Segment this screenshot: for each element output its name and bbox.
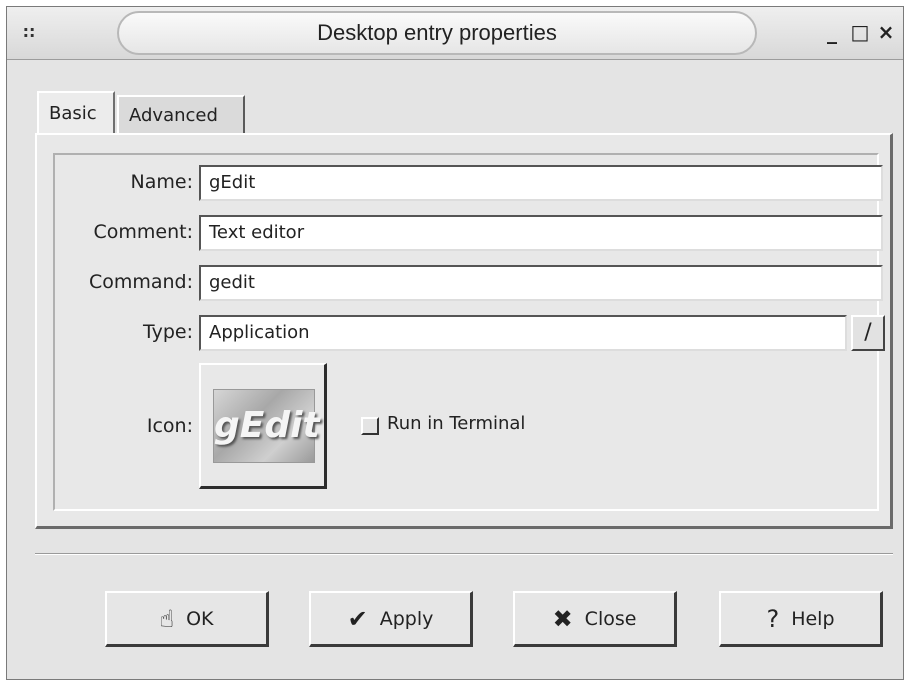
comment-field[interactable]: Text editor <box>199 215 883 251</box>
name-field[interactable]: gEdit <box>199 165 883 201</box>
properties-frame: Name: gEdit Comment: Text editor Command… <box>53 153 885 511</box>
hand-icon: ☝ <box>159 604 175 633</box>
gedit-app-icon: gEdit <box>213 389 320 463</box>
type-browse-button[interactable]: / <box>851 315 885 351</box>
run-in-terminal-checkbox[interactable] <box>361 417 379 435</box>
close-window-button[interactable]: × <box>873 19 899 45</box>
dialog-window: :: Desktop entry properties _ □ × Basic … <box>6 6 904 680</box>
command-field[interactable]: gedit <box>199 265 883 301</box>
icon-label: Icon: <box>146 415 193 437</box>
title-bar[interactable]: :: Desktop entry properties _ □ × <box>7 7 903 60</box>
tab-advanced[interactable]: Advanced <box>117 95 245 133</box>
apply-button[interactable]: ✔ Apply <box>309 591 473 647</box>
tab-panel-basic: Name: gEdit Comment: Text editor Command… <box>35 133 893 529</box>
name-label: Name: <box>130 171 193 193</box>
help-button[interactable]: ? Help <box>719 591 883 647</box>
comment-label: Comment: <box>93 221 194 243</box>
window-menu-button[interactable]: :: <box>17 21 41 43</box>
window-title: Desktop entry properties <box>317 20 557 45</box>
type-field[interactable]: Application <box>199 315 847 351</box>
apply-button-label: Apply <box>379 607 434 630</box>
ok-button[interactable]: ☝ OK <box>105 591 269 647</box>
close-button-label: Close <box>584 607 637 630</box>
ok-button-label: OK <box>186 607 214 630</box>
minimize-button[interactable]: _ <box>819 19 845 45</box>
x-icon: ✖ <box>552 604 573 633</box>
checkmark-icon: ✔ <box>347 604 368 633</box>
maximize-button[interactable]: □ <box>847 19 873 45</box>
question-icon: ? <box>766 604 780 633</box>
help-button-label: Help <box>791 607 835 630</box>
type-label: Type: <box>142 321 193 343</box>
tab-basic[interactable]: Basic <box>37 91 115 137</box>
run-in-terminal-label[interactable]: Run in Terminal <box>387 413 525 434</box>
divider <box>35 553 893 555</box>
icon-picker-button[interactable]: gEdit <box>199 363 327 489</box>
close-button[interactable]: ✖ Close <box>513 591 677 647</box>
command-label: Command: <box>88 271 193 293</box>
